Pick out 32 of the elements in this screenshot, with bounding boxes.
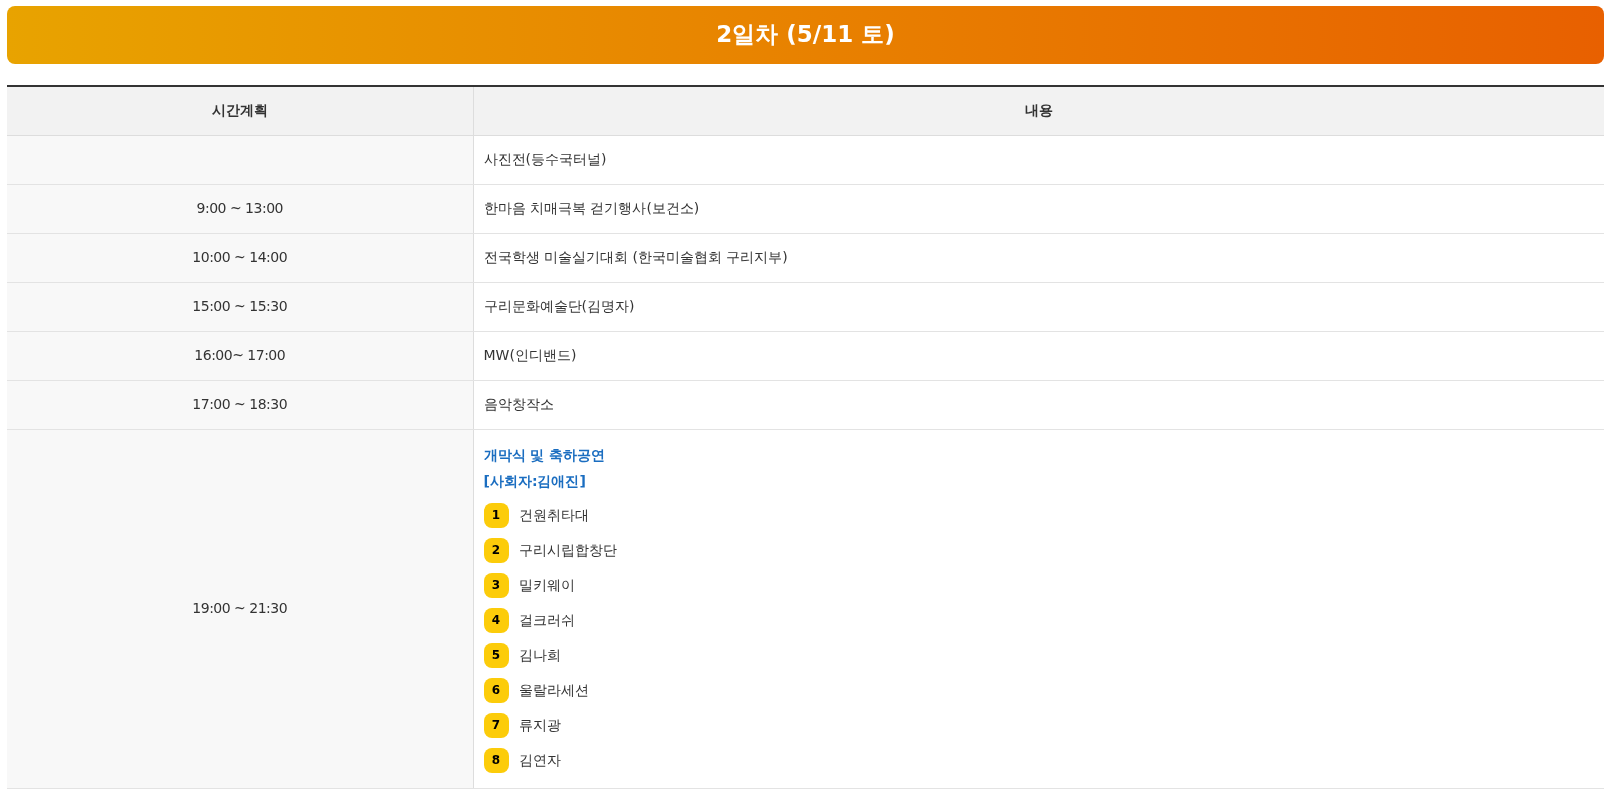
number-badge: 1 bbox=[483, 502, 509, 528]
content-cell: 구리문화예술단(김명자) bbox=[473, 282, 1604, 331]
time-cell: 16:00~ 17:00 bbox=[7, 331, 473, 380]
performer-name: 울랄라세션 bbox=[518, 680, 589, 700]
number-badge: 7 bbox=[483, 712, 509, 738]
column-header: 내용 bbox=[473, 86, 1604, 135]
number-badge: 3 bbox=[483, 572, 509, 598]
content-cell: 음악창작소 bbox=[473, 380, 1604, 429]
performer-name: 류지광 bbox=[518, 715, 561, 735]
number-badge: 2 bbox=[483, 537, 509, 563]
banner-title: 2일차 (5/11 토) bbox=[716, 21, 895, 49]
content-cell: 전국학생 미술실기대회 (한국미술협회 구리지부) bbox=[473, 233, 1604, 282]
number-badge: 5 bbox=[483, 642, 509, 668]
time-cell: 9:00 ~ 13:00 bbox=[7, 184, 473, 233]
program-heading: 개막식 및 축하공연 [사회자:김애진] bbox=[483, 445, 607, 491]
performer-name: 김나희 bbox=[518, 645, 561, 665]
performer-name: 밀키웨이 bbox=[518, 575, 575, 595]
time-cell: 15:00 ~ 15:30 bbox=[7, 282, 473, 331]
column-header: 시간계획 bbox=[7, 86, 473, 135]
time-cell: 17:00 ~ 18:30 bbox=[7, 380, 473, 429]
time-cell: 10:00 ~ 14:00 bbox=[7, 233, 473, 282]
number-badge: 8 bbox=[483, 747, 509, 773]
content-cell: MW(인디밴드) bbox=[473, 331, 1604, 380]
content-cell: 한마음 치매극복 걷기행사(보건소) bbox=[473, 184, 1604, 233]
time-cell: 19:00 ~ 21:30 bbox=[7, 429, 473, 788]
number-badge: 6 bbox=[483, 677, 509, 703]
content-cell: 사진전(등수국터널) bbox=[473, 135, 1604, 184]
number-badge: 4 bbox=[483, 607, 509, 633]
performer-name: 걸크러쉬 bbox=[518, 610, 575, 630]
performer-name: 김연자 bbox=[518, 750, 561, 770]
performer-name: 건원취타대 bbox=[518, 505, 589, 525]
performer-name: 구리시립합창단 bbox=[518, 540, 617, 560]
